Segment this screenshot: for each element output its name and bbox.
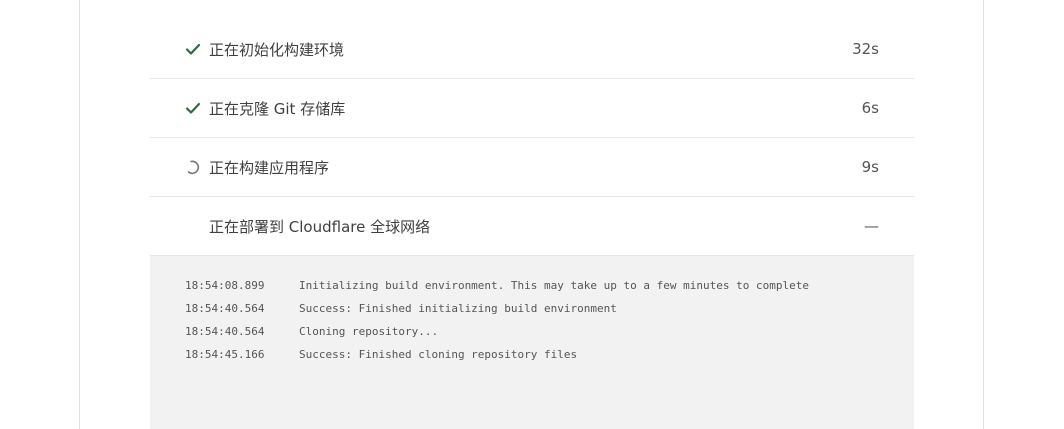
log-message: Success: Finished initializing build env… — [299, 302, 617, 315]
step-duration: 32s — [852, 40, 879, 58]
log-message: Initializing build environment. This may… — [299, 279, 809, 292]
step-duration: 6s — [861, 99, 879, 117]
log-timestamp: 18:54:40.564 — [185, 325, 265, 338]
log-message: Cloning repository... — [299, 325, 439, 338]
step-label: 正在克隆 Git 存储库 — [209, 99, 346, 118]
check-icon — [185, 41, 201, 57]
log-line: 18:54:40.564 Success: Finished initializ… — [150, 299, 914, 318]
log-line: 18:54:08.899 Initializing build environm… — [150, 276, 914, 295]
step-build-application[interactable]: 正在构建应用程序 9s — [150, 138, 914, 197]
check-icon — [185, 100, 201, 116]
log-line: 18:54:45.166 Success: Finished cloning r… — [150, 345, 914, 364]
step-label: 正在构建应用程序 — [209, 158, 330, 177]
deployment-steps: 正在初始化构建环境 32s 正在克隆 Git 存储库 6s 正在构建应用程序 9… — [150, 20, 914, 256]
step-initialize-environment[interactable]: 正在初始化构建环境 32s — [150, 20, 914, 79]
step-duration: 9s — [861, 158, 879, 176]
step-label: 正在初始化构建环境 — [209, 40, 345, 59]
step-label: 正在部署到 Cloudflare 全球网络 — [209, 217, 431, 236]
step-duration: — — [864, 217, 879, 235]
log-timestamp: 18:54:40.564 — [185, 302, 265, 315]
spinner-icon — [185, 159, 201, 175]
log-message: Success: Finished cloning repository fil… — [299, 348, 578, 361]
step-deploy-network[interactable]: 正在部署到 Cloudflare 全球网络 — — [150, 197, 914, 256]
build-log[interactable]: 18:54:08.899 Initializing build environm… — [150, 256, 914, 429]
log-timestamp: 18:54:08.899 — [185, 279, 265, 292]
log-line: 18:54:40.564 Cloning repository... — [150, 322, 914, 341]
log-timestamp: 18:54:45.166 — [185, 348, 265, 361]
step-clone-repository[interactable]: 正在克隆 Git 存储库 6s — [150, 79, 914, 138]
